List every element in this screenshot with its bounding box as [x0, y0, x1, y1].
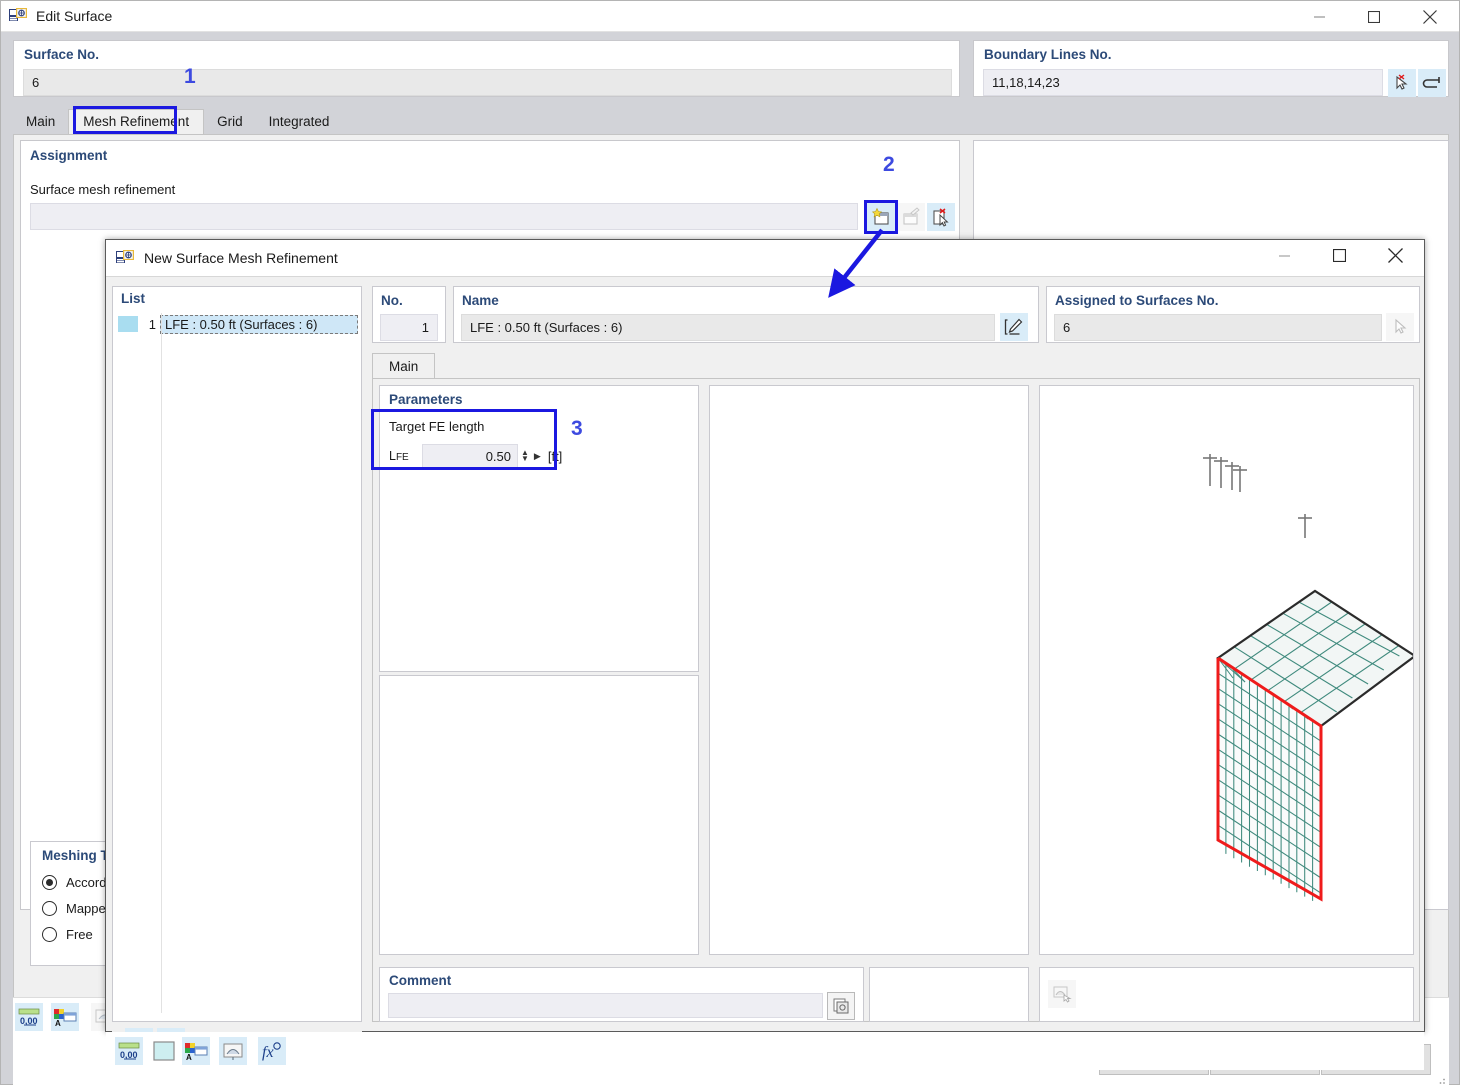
comment-group: Comment — [379, 967, 864, 1022]
surface-mesh-refinement-label: Surface mesh refinement — [30, 182, 176, 197]
surface-no-group: Surface No. 6 — [13, 40, 960, 97]
formula-icon[interactable]: fx — [258, 1037, 286, 1065]
colors-icon[interactable]: A — [51, 1003, 79, 1031]
comment-label: Comment — [389, 973, 452, 988]
list-column-divider — [161, 313, 162, 1013]
new-refinement-icon[interactable] — [867, 203, 895, 231]
annotation-3: 3 — [571, 417, 583, 440]
minimize-button[interactable] — [1293, 1, 1347, 32]
assigned-surfaces-label: Assigned to Surfaces No. — [1055, 293, 1219, 308]
parameters-panel: Parameters Target FE length LFE 0.50 ▲ ▼… — [379, 385, 699, 672]
lfe-expand-icon[interactable]: ▶ — [534, 451, 541, 462]
spinner-down-icon[interactable]: ▼ — [521, 455, 529, 463]
new-surface-mesh-refinement-dialog: New Surface Mesh Refinement List 1 LFE:… — [105, 239, 1425, 1070]
list-header: List — [121, 291, 146, 306]
name-field[interactable]: LFE : 0.50 ft (Surfaces : 6) — [461, 314, 995, 341]
delete-refinement-icon[interactable] — [927, 203, 955, 231]
reverse-icon[interactable] — [1418, 69, 1446, 97]
render-icon[interactable] — [219, 1037, 247, 1065]
pick-surface-icon — [1386, 313, 1414, 341]
annotation-2: 2 — [883, 153, 895, 176]
tab-main[interactable]: Main — [13, 109, 68, 134]
surface-no-label: Surface No. — [24, 47, 100, 62]
color-swatch-icon[interactable] — [150, 1037, 178, 1065]
list-body: 1 LFE : 0.50 ft (Surfaces : 6) — [114, 313, 360, 1013]
list-panel: List 1 LFE : 0.50 ft (Surfaces : 6) — [112, 286, 362, 1022]
parameters-secondary-panel — [379, 675, 699, 955]
lfe-value-input[interactable]: 0.50 — [422, 444, 518, 468]
svg-text:fx: fx — [262, 1044, 274, 1061]
boundary-lines-group: Boundary Lines No. 11,18,14,23 — [973, 40, 1449, 97]
annotation-1: 1 — [184, 65, 196, 88]
svg-text:A: A — [186, 1053, 192, 1061]
model-preview-panel[interactable] — [1039, 385, 1414, 955]
comment-combo[interactable] — [388, 993, 823, 1018]
svg-text:A: A — [55, 1019, 61, 1027]
close-button[interactable] — [1366, 240, 1424, 271]
assigned-surfaces-field[interactable]: 6 — [1054, 314, 1382, 341]
boundary-lines-label: Boundary Lines No. — [984, 47, 1112, 62]
child-body: List 1 LFE : 0.50 ft (Surfaces : 6) No. … — [106, 276, 1424, 1070]
assignment-label: Assignment — [30, 148, 108, 163]
radio-meshing-mapped[interactable]: Mapped — [42, 901, 113, 916]
list-color-swatch — [118, 316, 138, 332]
colors-icon[interactable]: A — [182, 1037, 210, 1065]
boundary-lines-field[interactable]: 11,18,14,23 — [983, 69, 1383, 96]
lfe-unit: [ft] — [547, 448, 563, 464]
parent-tabstrip: Main Mesh Refinement Grid Integrated — [13, 107, 1449, 134]
lfe-symbol: LFE — [389, 449, 409, 463]
name-group: Name LFE : 0.50 ft (Surfaces : 6) — [453, 286, 1039, 343]
tab-mesh-refinement[interactable]: Mesh Refinement — [68, 109, 205, 134]
parameters-label: Parameters — [389, 392, 463, 407]
child-bottom-toolbar: 0,00 A fx — [106, 1032, 1424, 1070]
maximize-button[interactable] — [1347, 1, 1401, 32]
comment-library-icon[interactable] — [827, 992, 855, 1020]
close-button[interactable] — [1401, 1, 1459, 32]
radio-icon — [42, 901, 57, 916]
child-tabstrip: Main — [372, 353, 1420, 380]
preview-toolbar-panel — [1039, 967, 1414, 1022]
app-icon — [116, 249, 135, 267]
parent-titlebar: Edit Surface — [1, 1, 1459, 32]
comment-side-panel — [869, 967, 1029, 1022]
surface-no-field[interactable]: 6 — [23, 69, 952, 96]
child-window-controls — [1258, 240, 1424, 271]
minimize-button[interactable] — [1258, 240, 1312, 271]
parent-window-controls — [1293, 1, 1459, 32]
no-label: No. — [381, 293, 403, 308]
pick-lines-icon[interactable] — [1388, 69, 1416, 97]
lfe-spinner[interactable]: ▲ ▼ — [521, 449, 529, 463]
list-item-name[interactable]: LFE : 0.50 ft (Surfaces : 6) — [160, 314, 358, 334]
target-fe-length-label: Target FE length — [389, 419, 485, 434]
units-icon[interactable]: 0,00 — [15, 1003, 43, 1031]
edit-name-icon[interactable] — [1000, 313, 1028, 341]
list-item-number: 1 — [148, 316, 156, 332]
tab-integrated[interactable]: Integrated — [256, 109, 343, 134]
radio-label-free: Free — [66, 927, 93, 942]
parent-window-title: Edit Surface — [36, 8, 113, 24]
mesh-preview-graphic — [1203, 454, 1413, 902]
child-tab-main[interactable]: Main — [372, 353, 436, 380]
units-icon[interactable]: 0,00 — [115, 1037, 143, 1065]
radio-icon — [42, 875, 57, 890]
no-field[interactable]: 1 — [380, 314, 438, 341]
tab-grid[interactable]: Grid — [204, 109, 256, 134]
middle-preview-panel — [709, 385, 1029, 955]
lfe-row: LFE 0.50 ▲ ▼ ▶ [ft] — [389, 444, 562, 468]
list-item[interactable]: 1 LFE : 0.50 ft (Surfaces : 6) — [114, 313, 360, 335]
resize-grip[interactable] — [1436, 1073, 1446, 1084]
assigned-surfaces-group: Assigned to Surfaces No. 6 — [1046, 286, 1420, 343]
surface-mesh-refinement-combo[interactable] — [30, 203, 858, 230]
no-group: No. 1 — [372, 286, 446, 343]
child-window-title: New Surface Mesh Refinement — [144, 250, 338, 266]
name-label: Name — [462, 293, 499, 308]
app-icon — [9, 7, 28, 25]
radio-meshing-free[interactable]: Free — [42, 927, 93, 942]
edit-refinement-icon — [897, 203, 925, 231]
radio-icon — [42, 927, 57, 942]
render-settings-icon[interactable] — [1048, 980, 1076, 1008]
child-titlebar: New Surface Mesh Refinement — [106, 240, 1424, 276]
maximize-button[interactable] — [1312, 240, 1366, 271]
